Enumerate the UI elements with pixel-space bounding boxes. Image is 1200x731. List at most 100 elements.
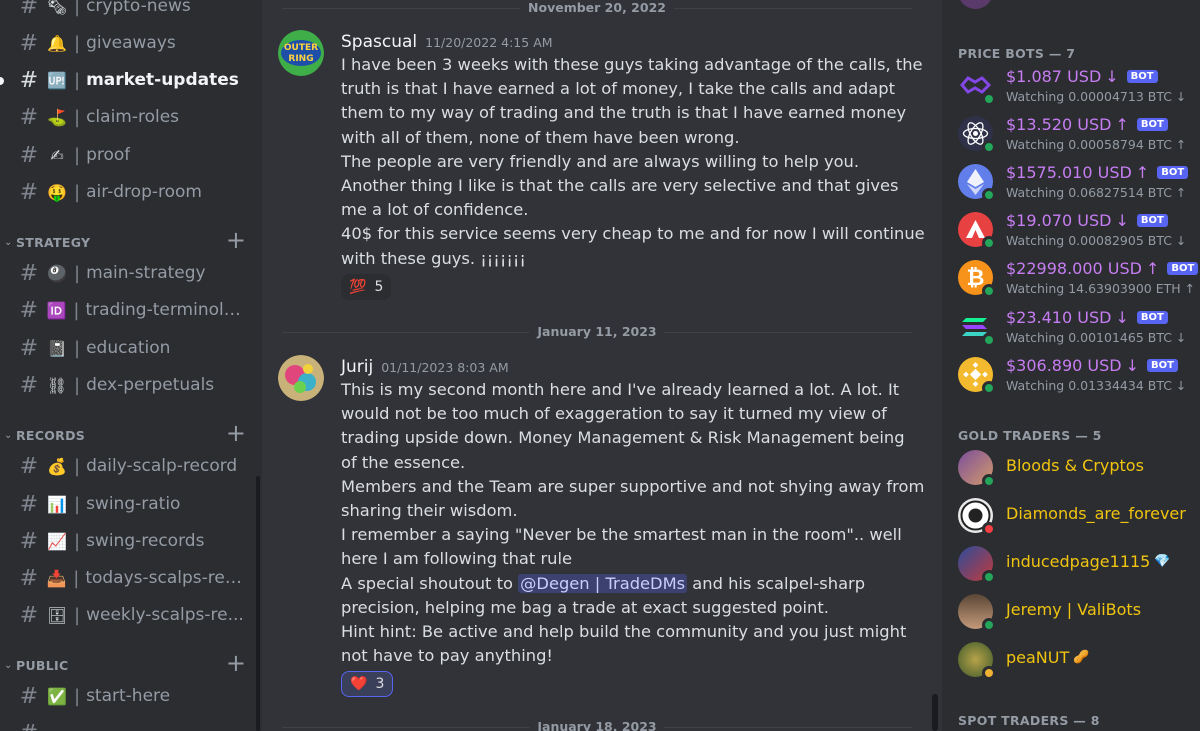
author-name[interactable]: Spascual (341, 32, 417, 52)
peanut-icon: 🥜 (1073, 650, 1090, 665)
channel-main-strategy[interactable]: # 🎱 | main-strategy (8, 256, 248, 290)
hash-icon: # (19, 67, 39, 93)
add-channel-icon[interactable]: + (226, 419, 246, 447)
hash-icon: # (19, 30, 39, 56)
money-face-icon: 🤑 (47, 182, 67, 202)
gem-icon: 💎 (1154, 554, 1171, 569)
bot-member[interactable]: $23.410 USD ↓ BOT Watching 0.00101465 BTC … (958, 305, 1198, 349)
hash-icon: # (19, 372, 39, 398)
reaction-heart[interactable]: ❤️ 3 (341, 671, 394, 697)
timestamp: 11/20/2022 4:15 AM (425, 35, 553, 50)
channel-daily-scalp-record[interactable]: # 💰 | daily-scalp-record (8, 449, 248, 483)
chains-icon: ⛓ (46, 375, 68, 395)
category-label: RECORDS (16, 427, 86, 443)
member-item[interactable]: peaNUT 🥜 (958, 638, 1198, 682)
add-channel-icon[interactable]: + (226, 226, 246, 254)
timestamp: 01/11/2023 8:03 AM (381, 360, 509, 375)
status-idle (982, 666, 996, 680)
bot-price: $23.410 USD (1006, 308, 1112, 327)
status-online (982, 333, 996, 347)
add-channel-icon[interactable]: + (226, 649, 246, 677)
up-icon: 🆙 (47, 70, 67, 90)
hash-icon: # (19, 335, 39, 361)
channel-partial[interactable]: # (8, 716, 248, 731)
message-list: November 20, 2022 OUTER RING Spascual 11… (262, 0, 942, 731)
channel-name: main-strategy (86, 263, 206, 283)
avatar (958, 0, 993, 9)
8-ball-icon: 🎱 (47, 263, 67, 283)
member-name: Jeremy | ValiBots (1006, 600, 1142, 619)
channel-air-drop-room[interactable]: # 🤑 | air-drop-room (8, 175, 248, 209)
status-online (982, 618, 996, 632)
member-category: PRICE BOTS — 7 (958, 46, 1076, 61)
channel-name: market-updates (86, 70, 239, 90)
bot-price: $19.070 USD (1006, 211, 1112, 230)
member-item[interactable]: Bloods & Cryptos (958, 446, 1198, 490)
bot-member[interactable]: $306.890 USD ↓ BOT Watching 0.01334434 BTC… (958, 353, 1198, 397)
member-category: SPOT TRADERS — 8 (958, 713, 1100, 728)
bot-badge: BOT (1157, 166, 1189, 179)
channel-dex-perpetuals[interactable]: # ⛓ | dex-perpetuals (8, 368, 248, 402)
category-strategy[interactable]: ⌄ STRATEGY + (4, 226, 250, 254)
reaction-100[interactable]: 💯 5 (341, 274, 392, 300)
channel-start-here[interactable]: # ✅ | start-here (8, 679, 248, 713)
bot-badge: BOT (1136, 311, 1168, 324)
bot-member[interactable]: $19.070 USD ↓ BOT Watching 0.00082905 BTC … (958, 208, 1198, 252)
member-list: PRICE BOTS — 7 $1.087 USD ↓ BOT Watching 0… (942, 0, 1200, 731)
bell-icon: 🔔 (47, 33, 67, 53)
hash-icon: # (19, 683, 39, 709)
bot-activity: Watching 0.00101465 BTC ↓ (1006, 330, 1187, 345)
member-category: GOLD TRADERS — 5 (958, 428, 1102, 443)
channel-claim-roles[interactable]: # ⛳ | claim-roles (8, 100, 248, 134)
bot-badge: BOT (1136, 118, 1168, 131)
channel-swing-records[interactable]: # 📈 | swing-records (8, 524, 248, 558)
channel-weekly-scalps-records[interactable]: # 🗄 | weekly-scalps-re... (8, 598, 248, 632)
bot-badge: BOT (1126, 70, 1158, 83)
hash-icon: # (19, 0, 39, 19)
channel-crypto-news[interactable]: # 🗞 | crypto-news (8, 0, 248, 23)
hash-icon: # (19, 104, 39, 130)
bot-activity: Watching 0.00082905 BTC ↓ (1006, 233, 1187, 248)
avatar[interactable] (278, 355, 324, 401)
member-item[interactable]: Jeremy | ValiBots (958, 590, 1198, 634)
pen-icon: ✍ (50, 145, 64, 165)
bot-member[interactable]: $13.520 USD ↑ BOT Watching 0.00058794 BTC … (958, 112, 1198, 156)
avatar[interactable]: OUTER RING (278, 30, 324, 76)
bot-activity: Watching 0.06827514 BTC ↑ (1006, 185, 1187, 200)
bot-price: $22998.000 USD (1006, 259, 1142, 278)
channel-proof[interactable]: # ✍ | proof (8, 138, 248, 172)
member-name: inducedpage1115 (1006, 552, 1151, 571)
bot-member[interactable]: $1.087 USD ↓ BOT Watching 0.00004713 BTC ↓ (958, 64, 1198, 108)
member-item[interactable]: inducedpage1115 💎 (958, 542, 1198, 586)
channel-giveaways[interactable]: # 🔔 | giveaways (8, 26, 248, 60)
chat-scrollbar[interactable] (932, 694, 938, 731)
sidebar-scrollbar[interactable] (256, 476, 260, 731)
channel-todays-scalps-records[interactable]: # 📥 | todays-scalps-rec... (8, 561, 248, 595)
member-partial[interactable] (958, 0, 1198, 14)
channel-name: trading-terminolo... (85, 300, 248, 320)
channel-market-updates[interactable]: # 🆙 | market-updates (8, 63, 248, 97)
chevron-down-icon: ⌄ (4, 429, 13, 441)
bot-member[interactable]: $1575.010 USD ↑ BOT Watching 0.06827514 BT… (958, 160, 1198, 204)
bot-member[interactable]: ₿ $22998.000 USD ↑ BOT Watching 14.6390390… (958, 256, 1199, 300)
category-public[interactable]: ⌄ PUBLIC + (4, 649, 250, 677)
hash-icon: # (19, 260, 39, 286)
category-records[interactable]: ⌄ RECORDS + (4, 419, 250, 447)
channel-trading-terminology[interactable]: # 🆔 | trading-terminolo... (8, 293, 248, 327)
hash-icon: # (19, 179, 39, 205)
channel-name: claim-roles (86, 107, 180, 127)
id-icon: 🆔 (46, 300, 67, 320)
channel-name: giveaways (86, 33, 176, 53)
bot-activity: Watching 14.63903900 ETH ↑ (1006, 281, 1196, 296)
user-mention[interactable]: @Degen | TradeDMs (518, 573, 688, 593)
bot-badge: BOT (1147, 359, 1178, 372)
message-content: This is my second month here and I've al… (341, 380, 925, 666)
status-online (982, 92, 996, 106)
member-item[interactable]: Diamonds_are_forever (958, 494, 1198, 538)
author-name[interactable]: Jurij (341, 357, 373, 377)
bar-chart-icon: 📊 (47, 494, 67, 514)
chevron-down-icon: ⌄ (4, 659, 13, 671)
channel-swing-ratio[interactable]: # 📊 | swing-ratio (8, 487, 248, 521)
channel-education[interactable]: # 📓 | education (8, 331, 248, 365)
chart-up-icon: 📈 (47, 531, 67, 551)
